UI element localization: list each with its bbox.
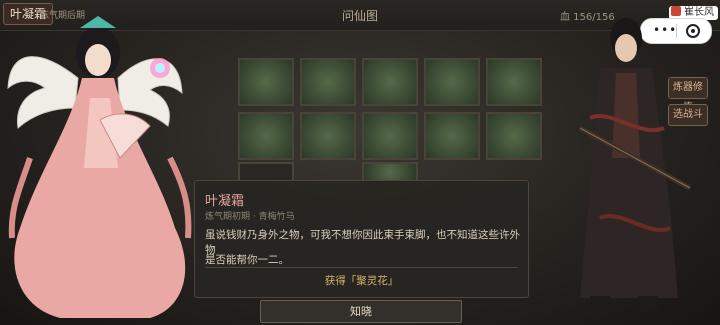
board-tile[interactable] [424, 112, 480, 160]
character-portrait-ye-ningshuang [7, 16, 192, 318]
reward-text: 获得「聚灵花」 [324, 275, 399, 287]
board-tile[interactable] [238, 112, 294, 160]
speaker-name: 叶凝霜 [205, 194, 245, 209]
board-tile[interactable] [362, 112, 418, 160]
board-tile[interactable] [362, 162, 418, 182]
board-tile[interactable] [486, 112, 542, 160]
board-tile[interactable] [486, 58, 542, 106]
board-tile[interactable] [300, 58, 356, 106]
character-portrait-cui-changfeng [578, 18, 692, 310]
board-tile[interactable] [424, 58, 480, 106]
board-tile[interactable] [362, 58, 418, 106]
dialog-box: 叶凝霜 炼气期初期 · 青梅竹马 虽说钱财乃身外之物，可我不想你因此束手束脚，也… [194, 180, 529, 298]
speaker-subtitle: 炼气期初期 · 青梅竹马 [205, 212, 295, 222]
confirm-button[interactable]: 知晓 [260, 300, 462, 323]
board-tile[interactable] [238, 58, 294, 106]
dialog-text-line-2: 是否能帮你一二。 [205, 254, 289, 266]
board-tile[interactable] [238, 162, 294, 182]
page-title: 问仙图 [342, 9, 379, 23]
dialog-divider [205, 267, 518, 268]
board-tile[interactable] [300, 112, 356, 160]
